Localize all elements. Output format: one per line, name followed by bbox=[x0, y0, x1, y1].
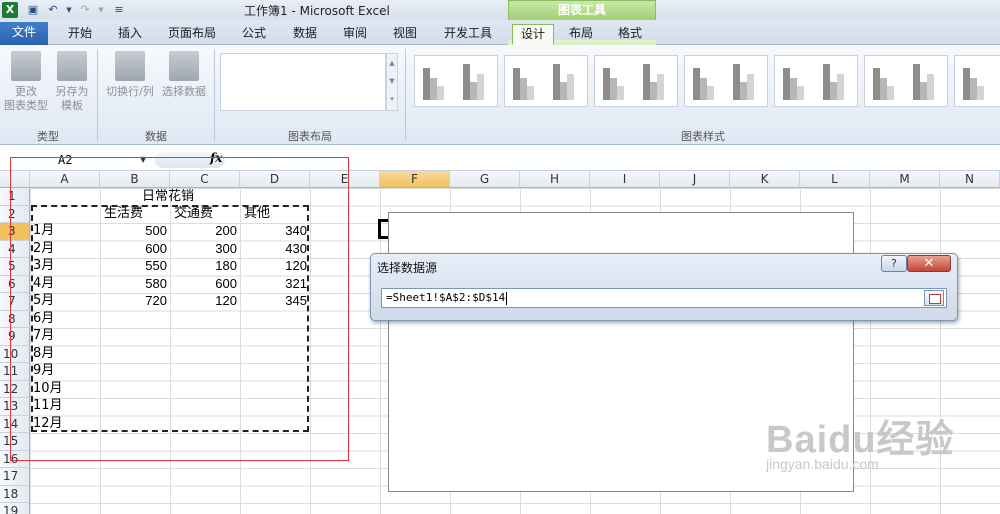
chart-type-icon bbox=[11, 51, 41, 81]
chart-style-thumb[interactable] bbox=[594, 55, 678, 107]
row-header[interactable]: 19 bbox=[0, 503, 30, 514]
undo-dropdown-icon[interactable]: ▼ bbox=[62, 3, 76, 17]
ribbon-tabs: 文件 开始 插入 页面布局 公式 数据 审阅 视图 开发工具 设计 布局 格式 bbox=[0, 20, 1000, 65]
select-data-source-dialog: 选择数据源 ? ✕ =Sheet1!$A$2:$D$14 bbox=[370, 253, 958, 321]
chart-style-thumb[interactable] bbox=[774, 55, 858, 107]
chart-style-thumb[interactable] bbox=[954, 55, 1000, 107]
column-header-n[interactable]: N bbox=[940, 171, 1000, 188]
chart-resize-handle[interactable] bbox=[378, 219, 388, 239]
select-data-button[interactable]: 选择数据 bbox=[158, 51, 210, 99]
group-label-styles: 图表样式 bbox=[681, 130, 725, 143]
switch-row-column-icon bbox=[115, 51, 145, 81]
title-bar: X ▣ ↶ ▼ ↷ ▼ ≡ 工作簿1 - Microsoft Excel 图表工… bbox=[0, 0, 1000, 20]
tab-layout[interactable]: 布局 bbox=[561, 24, 601, 45]
tab-data[interactable]: 数据 bbox=[285, 24, 325, 45]
data-range-text: =Sheet1!$A$2:$D$14 bbox=[386, 291, 506, 304]
layout-gallery-scroll[interactable]: ▲ ▼ ▾ bbox=[386, 53, 398, 111]
select-data-label: 选择数据 bbox=[162, 85, 206, 98]
baidu-watermark: Baidu经验 jingyan.baidu.com bbox=[766, 408, 955, 472]
template-icon bbox=[57, 51, 87, 81]
text-caret bbox=[506, 291, 508, 305]
expand-dialog-icon[interactable] bbox=[924, 290, 944, 306]
window-title: 工作簿1 - Microsoft Excel bbox=[244, 4, 390, 18]
undo-icon[interactable]: ↶ bbox=[46, 3, 60, 17]
row-header[interactable]: 18 bbox=[0, 485, 30, 503]
excel-logo-icon[interactable]: X bbox=[2, 2, 18, 18]
chart-style-thumb[interactable] bbox=[684, 55, 768, 107]
column-header-g[interactable]: G bbox=[450, 171, 520, 188]
column-header-i[interactable]: I bbox=[590, 171, 660, 188]
tab-review[interactable]: 审阅 bbox=[335, 24, 375, 45]
switch-row-column-button[interactable]: 切换行/列 bbox=[102, 51, 158, 99]
redo-dropdown-icon[interactable]: ▼ bbox=[94, 3, 108, 17]
data-range-input[interactable]: =Sheet1!$A$2:$D$14 bbox=[381, 288, 947, 308]
tab-insert[interactable]: 插入 bbox=[110, 24, 150, 45]
dialog-title: 选择数据源 bbox=[377, 261, 438, 275]
save-as-template-button[interactable]: 另存为 模板 bbox=[52, 51, 92, 113]
save-template-label-1: 另存为 bbox=[55, 85, 89, 98]
tab-view[interactable]: 视图 bbox=[385, 24, 425, 45]
group-label-type: 类型 bbox=[37, 130, 59, 143]
customize-toolbar-icon[interactable]: ≡ bbox=[112, 3, 126, 17]
change-type-label-1: 更改 bbox=[15, 85, 37, 98]
tab-format[interactable]: 格式 bbox=[610, 24, 650, 45]
change-chart-type-button[interactable]: 更改 图表类型 bbox=[4, 51, 48, 113]
column-header-j[interactable]: J bbox=[660, 171, 730, 188]
column-header-m[interactable]: M bbox=[870, 171, 940, 188]
watermark-url: jingyan.baidu.com bbox=[766, 456, 879, 472]
column-header-k[interactable]: K bbox=[730, 171, 800, 188]
switch-row-col-label: 切换行/列 bbox=[106, 85, 154, 98]
chart-style-thumb[interactable] bbox=[504, 55, 588, 107]
tab-file[interactable]: 文件 bbox=[0, 22, 48, 45]
group-label-data: 数据 bbox=[145, 130, 167, 143]
change-type-label-2: 图表类型 bbox=[4, 99, 48, 112]
ribbon: 更改 图表类型 另存为 模板 类型 切换行/列 选择数据 数据 ▲ ▼ ▾ 图表布局 bbox=[0, 45, 1000, 145]
tab-home[interactable]: 开始 bbox=[60, 24, 100, 45]
save-icon[interactable]: ▣ bbox=[26, 3, 40, 17]
chart-style-thumb[interactable] bbox=[414, 55, 498, 107]
row-header[interactable]: 17 bbox=[0, 468, 30, 486]
tab-design[interactable]: 设计 bbox=[512, 24, 554, 45]
chart-style-thumb[interactable] bbox=[864, 55, 948, 107]
select-data-icon bbox=[169, 51, 199, 81]
tab-formulas[interactable]: 公式 bbox=[234, 24, 274, 45]
chart-tools-header: 图表工具 bbox=[508, 0, 656, 20]
tab-developer[interactable]: 开发工具 bbox=[436, 24, 500, 45]
column-header-l[interactable]: L bbox=[800, 171, 870, 188]
redo-icon[interactable]: ↷ bbox=[78, 3, 92, 17]
close-button[interactable]: ✕ bbox=[907, 255, 951, 272]
annotation-highlight bbox=[10, 157, 349, 461]
watermark-brand: Baidu经验 bbox=[766, 419, 955, 461]
column-header-h[interactable]: H bbox=[520, 171, 590, 188]
help-button[interactable]: ? bbox=[881, 255, 907, 272]
save-template-label-2: 模板 bbox=[61, 99, 83, 112]
column-header-f[interactable]: F bbox=[380, 171, 450, 188]
chart-layout-gallery[interactable] bbox=[220, 53, 386, 111]
tab-page-layout[interactable]: 页面布局 bbox=[160, 24, 224, 45]
group-label-layout: 图表布局 bbox=[288, 130, 332, 143]
